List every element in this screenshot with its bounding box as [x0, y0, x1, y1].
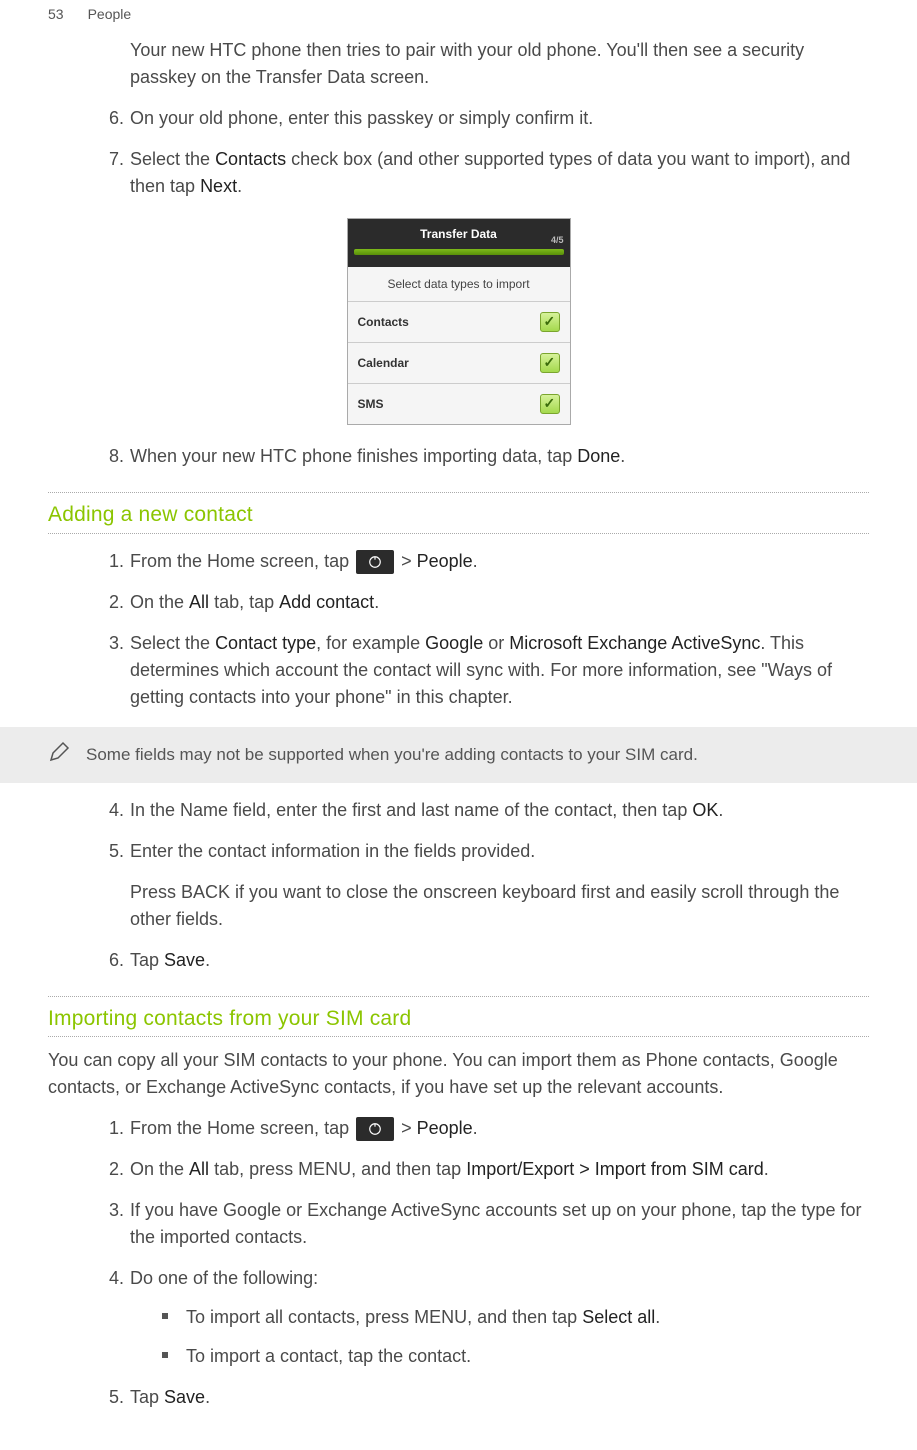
- step-number: 4.: [100, 797, 124, 824]
- step-text: When your new HTC phone finishes importi…: [130, 443, 869, 470]
- step-text: Select the Contacts check box (and other…: [130, 146, 869, 200]
- step-text: From the Home screen, tap > People.: [130, 1115, 869, 1142]
- list-item: To import a contact, tap the contact.: [130, 1343, 869, 1370]
- step-text: Do one of the following: To import all c…: [130, 1265, 869, 1370]
- step-number: 8.: [100, 443, 124, 470]
- step-text: On the All tab, press MENU, and then tap…: [130, 1156, 869, 1183]
- step-number: 1.: [100, 548, 124, 575]
- step-text: Tap Save.: [130, 1384, 869, 1411]
- apps-icon: [356, 1117, 394, 1141]
- step-text: On the All tab, tap Add contact.: [130, 589, 869, 616]
- step-number: 2.: [100, 589, 124, 616]
- data-type-row: Contacts: [348, 302, 570, 343]
- transfer-data-screenshot: Transfer Data 4/5 Select data types to i…: [347, 218, 571, 425]
- step-text: Select the Contact type, for example Goo…: [130, 630, 869, 711]
- apps-icon: [356, 550, 394, 574]
- page-header: 53 People: [0, 0, 917, 33]
- step-number: 6.: [100, 947, 124, 974]
- bullet-icon: [162, 1313, 168, 1319]
- step-number: 6.: [100, 105, 124, 132]
- step-number: 3.: [100, 630, 124, 711]
- step-number: 5.: [100, 1384, 124, 1411]
- step-text: From the Home screen, tap > People.: [130, 548, 869, 575]
- step-number: 7.: [100, 146, 124, 200]
- step-text: On your old phone, enter this passkey or…: [130, 105, 869, 132]
- list-item: To import all contacts, press MENU, and …: [130, 1304, 869, 1331]
- step-number: 3.: [100, 1197, 124, 1251]
- checkbox-checked-icon: [540, 353, 560, 373]
- step-text: Enter the contact information in the fie…: [130, 838, 869, 933]
- data-type-row: Calendar: [348, 343, 570, 384]
- checkbox-checked-icon: [540, 312, 560, 332]
- page-number: 53: [48, 4, 64, 25]
- progress-bar: [354, 249, 564, 255]
- step-text: Tap Save.: [130, 947, 869, 974]
- step-text: In the Name field, enter the first and l…: [130, 797, 869, 824]
- section-heading: Adding a new contact: [48, 493, 869, 534]
- note-text: Some fields may not be supported when yo…: [86, 742, 698, 768]
- step-number: 2.: [100, 1156, 124, 1183]
- screenshot-step-indicator: 4/5: [551, 234, 564, 248]
- checkbox-checked-icon: [540, 394, 560, 414]
- continuation-paragraph: Your new HTC phone then tries to pair wi…: [130, 37, 869, 91]
- bullet-icon: [162, 1352, 168, 1358]
- step-number: 4.: [100, 1265, 124, 1370]
- step-text: If you have Google or Exchange ActiveSyn…: [130, 1197, 869, 1251]
- step-number: 5.: [100, 838, 124, 933]
- data-type-row: SMS: [348, 384, 570, 424]
- note-callout: Some fields may not be supported when yo…: [0, 727, 917, 783]
- screenshot-title: Transfer Data: [420, 227, 497, 241]
- section-heading: Importing contacts from your SIM card: [48, 997, 869, 1038]
- pencil-icon: [48, 739, 72, 771]
- step-number: 1.: [100, 1115, 124, 1142]
- section-name: People: [88, 4, 132, 25]
- screenshot-subtitle: Select data types to import: [348, 267, 570, 302]
- section-intro: You can copy all your SIM contacts to yo…: [48, 1047, 869, 1101]
